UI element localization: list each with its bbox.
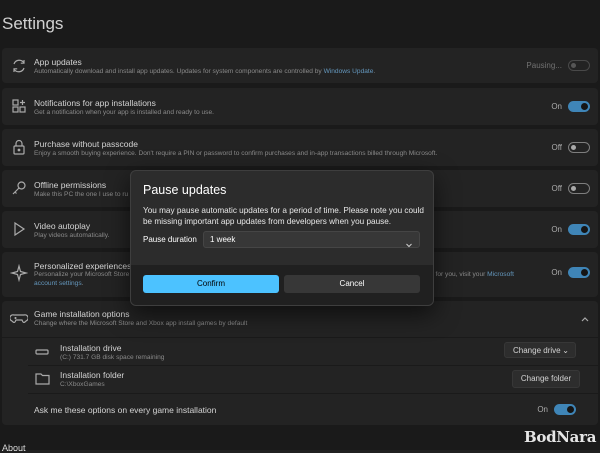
dialog-footer: Confirm Cancel	[131, 265, 433, 305]
pause-duration-label: Pause duration	[143, 235, 197, 244]
pause-updates-dialog: Pause updates You may pause automatic up…	[130, 170, 434, 306]
pause-duration-select[interactable]: 1 week	[203, 231, 420, 248]
pause-duration-value: 1 week	[210, 235, 236, 244]
watermark-logo: BodNara	[524, 428, 597, 446]
cancel-button[interactable]: Cancel	[284, 275, 420, 293]
chevron-down-icon	[405, 236, 413, 248]
confirm-button[interactable]: Confirm	[143, 275, 279, 293]
dialog-title: Pause updates	[143, 183, 227, 197]
dialog-body: You may pause automatic updates for a pe…	[143, 206, 424, 226]
